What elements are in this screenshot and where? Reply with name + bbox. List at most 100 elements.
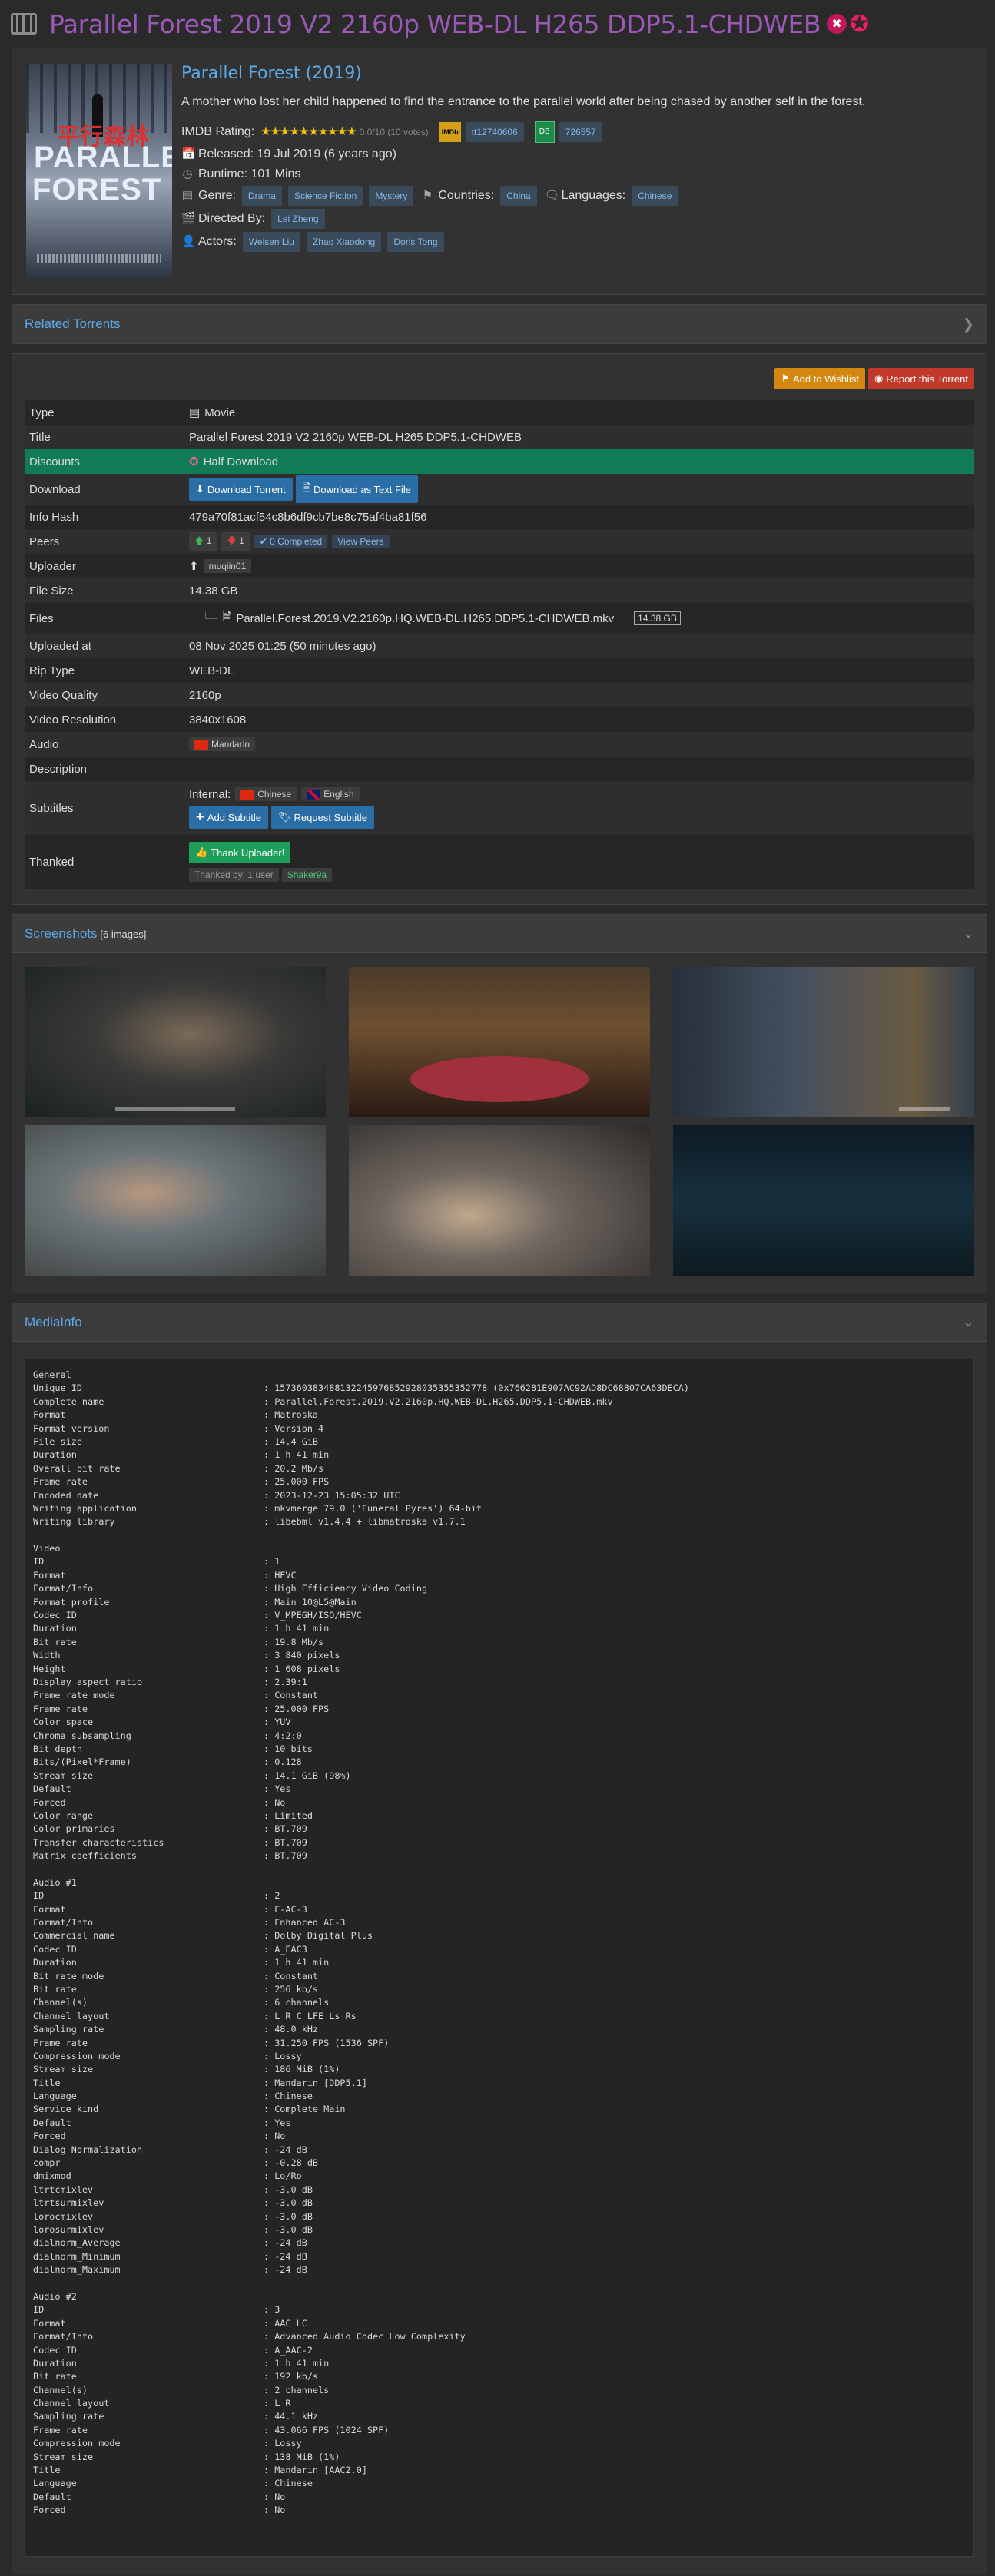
check-icon: ✔ [259,536,267,547]
mediainfo-line: ID: 3 [33,2303,966,2316]
row-key: Thanked [29,855,75,869]
mediainfo-line: Unique ID: 15736038348813224597685292803… [33,1382,966,1395]
chevron-down-icon[interactable]: ⌄ [963,925,974,942]
chevron-down-icon[interactable]: ⌄ [963,1314,974,1330]
mediainfo-value: : 25.000 FPS [264,1703,330,1714]
mediainfo-value: : Lo/Ro [264,2170,302,2182]
genre-tag[interactable]: Drama [241,186,282,206]
thank-uploader-button[interactable]: 👍 Thank Uploader! [189,842,291,863]
add-subtitle-button[interactable]: ✚ Add Subtitle [189,806,269,829]
mediainfo-line: Duration: 1 h 41 min [33,1622,966,1635]
mediainfo-line: Codec ID: V_MPEGH/ISO/HEVC [33,1609,966,1622]
db-id-link[interactable]: 726557 [559,122,602,142]
mediainfo-value: : A_EAC3 [264,1943,307,1955]
mediainfo-key: Format version [33,1422,110,1434]
mediainfo-line: Color space: YUV [33,1716,966,1729]
file-name[interactable]: Parallel.Forest.2019.V2.2160p.HQ.WEB-DL.… [236,612,614,625]
mediainfo-value: : 1 [264,1556,280,1568]
request-subtitle-button[interactable]: 🏷 Request Subtitle [271,806,374,829]
leechers-badge[interactable]: 🡇 1 [221,531,250,551]
screenshot-thumbnail[interactable] [673,1125,974,1276]
actor-tag[interactable]: Weisen Liu [242,232,300,252]
mediainfo-value: : 19.8 Mb/s [264,1636,324,1647]
subtitle-badge[interactable]: Chinese [235,787,297,801]
mediainfo-value: : BT.709 [264,1850,307,1862]
mediainfo-value: : Version 4 [264,1422,324,1434]
type-value: Movie [204,406,236,419]
country-tag[interactable]: China [500,186,537,206]
view-peers-button[interactable]: View Peers [332,535,390,548]
screenshot-thumbnail[interactable] [673,967,974,1117]
screenshot-thumbnail[interactable] [25,1125,326,1276]
mediainfo-line: Duration: 1 h 41 min [33,1449,966,1462]
audio-row: Audio Mandarin [25,732,974,757]
mediainfo-key: ltrtcmixlev [33,2184,94,2195]
mediainfo-key: Duration [33,1623,77,1634]
movie-plot: A mother who lost her child happened to … [181,95,866,108]
movie-poster[interactable]: 平行森林 PARALLEL FOREST [26,64,172,279]
mediainfo-key: Format [33,1409,66,1421]
poster-title-2: FOREST [32,173,162,207]
mediainfo-line: Format/Info: Enhanced AC-3 [33,1916,966,1929]
mediainfo-key: Codec ID [33,1943,77,1955]
mediainfo-key: Bit rate mode [33,1970,104,1982]
screenshots-title[interactable]: Screenshots [25,926,98,941]
mediainfo-key: Color space [33,1717,94,1728]
genre-tag[interactable]: Mystery [369,186,414,206]
mediainfo-title[interactable]: MediaInfo [25,1315,82,1330]
thanker-link[interactable]: Shaker9a [281,868,333,882]
mediainfo-value: : -3.0 dB [264,2197,313,2209]
mediainfo-value: : 1 h 41 min [264,1449,330,1461]
row-key: Info Hash [29,510,79,524]
mediainfo-key: Writing application [33,1502,137,1514]
mediainfo-key: Width [33,1650,61,1661]
mediainfo-line: ltrtcmixlev: -3.0 dB [33,2184,966,2197]
mediainfo-key: Stream size [33,2451,94,2462]
mediainfo-line: compr: -0.28 dB [33,2157,966,2170]
mediainfo-value: : -24 dB [264,2250,307,2262]
uploader-link[interactable]: muqiin01 [203,559,252,573]
director-line: 🎬 Directed By: Lei Zheng [181,209,973,229]
imdb-id-link[interactable]: tt12740606 [465,122,524,142]
china-flag-icon [194,740,208,750]
subtitle-badge[interactable]: English [301,787,360,801]
related-torrents-title[interactable]: Related Torrents [25,316,120,332]
mediainfo-key: Format/Info [33,1917,94,1929]
bookmark-star-icon[interactable]: ✪ [850,11,869,38]
mediainfo-line: Transfer characteristics: BT.709 [33,1836,966,1849]
report-torrent-button[interactable]: ◉ Report this Torrent [867,368,974,389]
info-hash-row: Info Hash 479a70f81acf54c8b6df9cb7be8c75a… [25,505,974,529]
mediainfo-value: : No [264,2491,286,2502]
download-torrent-button[interactable]: ⬇ Download Torrent [189,478,293,501]
language-tag[interactable]: Chinese [632,186,678,206]
mediainfo-value: : mkvmerge 79.0 ('Funeral Pyres') 64-bit [264,1502,483,1514]
mediainfo-line: Chroma subsampling: 4:2:0 [33,1730,966,1743]
mediainfo-key: Forced [33,2131,66,2142]
mediainfo-line: lorosurmixlev: -3.0 dB [33,2223,966,2237]
chevron-right-icon[interactable]: ❯ [963,316,974,333]
genre-tag[interactable]: Science Fiction [287,186,363,206]
movie-title[interactable]: Parallel Forest (2019) [181,64,973,83]
actor-tag[interactable]: Doris Tong [387,232,444,252]
mediainfo-line: Title: Mandarin [DDP5.1] [33,2077,966,2090]
seeders-badge[interactable]: 🡅 1 [189,531,217,551]
download-text-file-button[interactable]: 🗎 Download as Text File [295,475,418,503]
mediainfo-key: Format [33,2317,66,2329]
related-torrents-panel[interactable]: Related Torrents ❯ [12,304,987,344]
mediainfo-value: : 43.066 FPS (1024 SPF) [264,2424,390,2435]
screenshot-thumbnail[interactable] [349,967,650,1117]
plus-icon: ✚ [196,811,204,823]
mediainfo-key: Audio #2 [33,2290,77,2302]
add-to-wishlist-button[interactable]: ⚑ Add to Wishlist [774,368,865,389]
mediainfo-key: Height [33,1663,66,1674]
mediainfo-value: : No [264,2131,286,2142]
actor-tag[interactable]: Zhao Xiaodong [306,232,382,252]
mediainfo-key: lorocmixlev [33,2210,94,2222]
completed-badge[interactable]: ✔ 0 Completed [254,535,328,548]
uploaded-at-row: Uploaded at 08 Nov 2025 01:25 (50 minutes… [25,634,974,658]
director-tag[interactable]: Lei Zheng [271,209,325,229]
mediainfo-value: : Mandarin [AAC2.0] [264,2465,367,2476]
mediainfo-value: : Chinese [264,2478,313,2489]
screenshot-thumbnail[interactable] [349,1125,650,1276]
screenshot-thumbnail[interactable] [25,967,326,1117]
